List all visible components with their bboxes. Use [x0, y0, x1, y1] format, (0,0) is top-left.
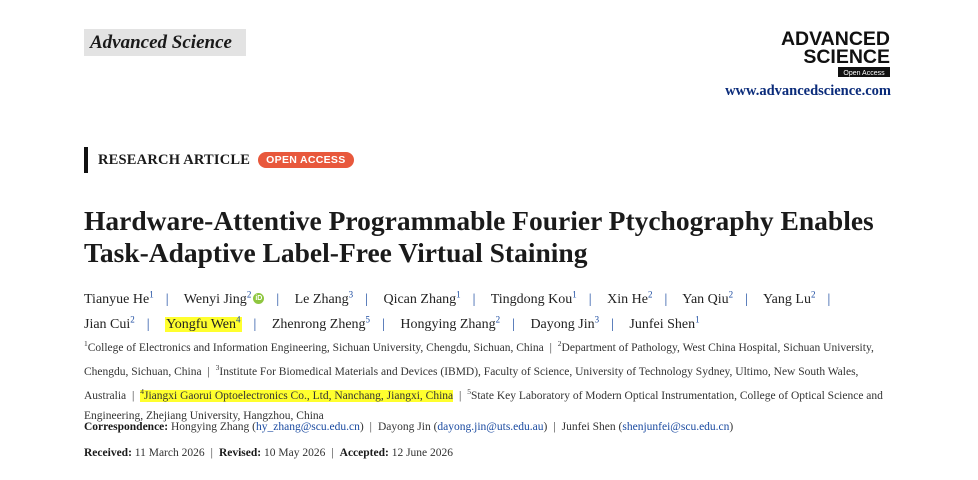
- author[interactable]: Zhenrong Zheng5: [271, 314, 371, 333]
- correspondence-email-link[interactable]: shenjunfei@scu.edu.cn: [622, 421, 729, 433]
- author[interactable]: Junfei Shen1: [629, 314, 700, 333]
- date-separator: |: [331, 447, 334, 459]
- author[interactable]: Xin He2: [607, 289, 653, 307]
- correspondence-label: Correspondence:: [84, 421, 169, 433]
- author-separator: |: [611, 317, 614, 333]
- author[interactable]: Yang Lu2: [762, 289, 816, 307]
- author-separator: |: [146, 317, 150, 333]
- author-name: Tianyue He: [84, 291, 150, 307]
- correspondence-line: Correspondence: Hongying Zhang (hy_zhang…: [84, 421, 734, 433]
- author-separator: |: [382, 317, 385, 333]
- orcid-icon[interactable]: iD: [253, 292, 265, 304]
- correspondence-email-link[interactable]: hy_zhang@scu.edu.cn: [256, 421, 360, 433]
- affiliation-text: Jiangxi Gaorui Optoelectronics Co., Ltd,…: [143, 390, 454, 403]
- article-title: Hardware-Attentive Programmable Fourier …: [84, 205, 874, 268]
- author-name: Tingdong Kou: [490, 291, 573, 307]
- author-affiliation-marker: 1: [695, 314, 700, 325]
- date-value: 10 May 2026: [263, 447, 326, 459]
- author-name: Dayong Jin: [530, 317, 595, 333]
- author-affiliation-marker: 2: [246, 289, 252, 299]
- author-separator: |: [365, 291, 368, 307]
- author-affiliation-marker: 4: [236, 314, 241, 325]
- author-affiliation-marker: 1: [456, 289, 461, 299]
- dates-line: Received: 11 March 2026 | Revised: 10 May …: [84, 445, 904, 461]
- author-name: Jian Cui: [84, 317, 131, 333]
- author-affiliation-marker: 1: [149, 289, 154, 299]
- affiliation-separator: |: [132, 390, 135, 403]
- author-affiliation-marker: 2: [130, 314, 135, 325]
- author[interactable]: Dayong Jin3: [530, 314, 600, 333]
- date-label: Accepted:: [339, 447, 389, 459]
- author-name: Yang Lu: [762, 291, 811, 307]
- author-affiliation-marker: 3: [594, 314, 600, 325]
- author-affiliation-marker: 2: [810, 289, 816, 299]
- article-type-label: RESEARCH ARTICLE: [98, 151, 251, 168]
- author-affiliation-marker: 2: [728, 289, 734, 299]
- author-separator: |: [165, 291, 169, 307]
- author-name: Junfei Shen: [629, 317, 696, 333]
- correspondence-separator: |: [369, 421, 372, 433]
- author-separator: |: [745, 291, 748, 307]
- correspondence-name: Dayong Jin: [377, 421, 431, 433]
- author-separator: |: [512, 317, 515, 333]
- date-label: Revised:: [218, 447, 262, 459]
- author-name: Yan Qiu: [682, 291, 729, 307]
- date-separator: |: [210, 447, 213, 459]
- author[interactable]: Wenyi Jing2 iD: [183, 289, 265, 307]
- correspondence-name: Junfei Shen: [561, 421, 616, 433]
- date-value: 11 March 2026: [134, 447, 205, 459]
- date-value: 12 June 2026: [391, 447, 454, 459]
- article-type-row: RESEARCH ARTICLE OPEN ACCESS: [84, 147, 354, 173]
- author[interactable]: Jian Cui2: [84, 314, 135, 333]
- open-access-badge[interactable]: OPEN ACCESS: [258, 152, 354, 168]
- author-separator: |: [472, 291, 476, 307]
- journal-name-badge: Advanced Science: [84, 29, 246, 56]
- author-separator: |: [253, 317, 257, 333]
- author-name: Hongying Zhang: [400, 317, 496, 333]
- correspondence-email-link[interactable]: dayong.jin@uts.edu.au: [437, 421, 543, 433]
- author-name: Le Zhang: [294, 291, 349, 307]
- author[interactable]: Tingdong Kou1: [490, 289, 577, 307]
- author-affiliation-marker: 5: [365, 314, 371, 325]
- affiliation-separator: |: [459, 390, 462, 403]
- author-separator: |: [588, 291, 592, 307]
- author-list: Tianyue He1 | Wenyi Jing2 iD | Le Zhang3 | Q…: [84, 284, 914, 335]
- author[interactable]: Le Zhang3: [294, 289, 354, 307]
- journal-website-link[interactable]: www.advancedscience.com: [725, 83, 891, 100]
- author-affiliation-marker: 2: [495, 314, 501, 325]
- affiliation: 1College of Electronics and Information …: [84, 339, 544, 354]
- affiliation-text: College of Electronics and Information E…: [87, 341, 544, 354]
- author[interactable]: Qican Zhang1: [383, 289, 461, 307]
- affiliation: 4Jiangxi Gaorui Optoelectronics Co., Ltd…: [140, 388, 454, 403]
- author-name: Wenyi Jing: [183, 291, 247, 307]
- author[interactable]: Yongfu Wen4: [165, 314, 242, 333]
- author-name: Yongfu Wen: [166, 317, 237, 333]
- author-name: Qican Zhang: [383, 291, 457, 307]
- correspondence-separator: |: [553, 421, 556, 433]
- journal-logo: ADVANCED SCIENCE Open Access: [781, 28, 890, 77]
- author[interactable]: Tianyue He1: [84, 289, 154, 307]
- author-separator: |: [664, 291, 668, 307]
- logo-line-2: SCIENCE: [803, 46, 890, 68]
- author-affiliation-marker: 3: [348, 289, 354, 299]
- author[interactable]: Yan Qiu2: [682, 289, 734, 307]
- author-affiliation-marker: 2: [647, 289, 653, 299]
- logo-tag: Open Access: [843, 70, 885, 77]
- author-name: Zhenrong Zheng: [271, 317, 366, 333]
- correspondence-name: Hongying Zhang: [171, 421, 250, 433]
- author[interactable]: Hongying Zhang2: [400, 314, 501, 333]
- author-affiliation-marker: 1: [572, 289, 577, 299]
- affiliation-separator: |: [549, 341, 552, 354]
- author-name: Xin He: [607, 291, 648, 307]
- author-separator: |: [276, 291, 280, 307]
- article-type-bar: [84, 147, 88, 173]
- affiliation-separator: |: [207, 366, 210, 379]
- author-separator: |: [827, 291, 831, 307]
- date-label: Received:: [84, 447, 132, 459]
- affiliation-list: 1College of Electronics and Information …: [84, 334, 894, 426]
